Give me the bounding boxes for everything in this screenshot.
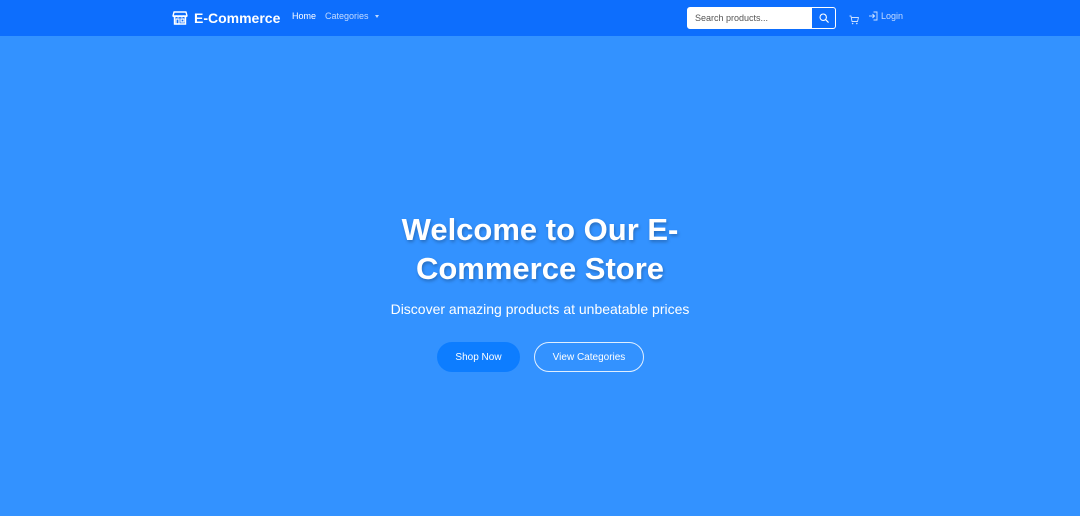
navbar: E-Commerce Home Categories Login xyxy=(0,0,1080,36)
login-link[interactable]: Login xyxy=(868,11,903,21)
nav-home-link[interactable]: Home xyxy=(292,11,316,21)
cart-link[interactable] xyxy=(849,12,859,30)
view-categories-button[interactable]: View Categories xyxy=(534,342,644,372)
brand-name: E-Commerce xyxy=(194,10,281,26)
search-button[interactable] xyxy=(812,7,836,29)
cart-icon xyxy=(849,15,859,25)
storefront-icon xyxy=(172,10,188,26)
login-label: Login xyxy=(881,11,904,21)
nav-categories-dropdown[interactable]: Categories xyxy=(325,11,379,21)
hero-section: Welcome to Our E-Commerce Store Discover… xyxy=(0,36,1080,516)
nav-categories-label: Categories xyxy=(325,11,369,21)
search-icon xyxy=(818,13,829,23)
hero-title: Welcome to Our E-Commerce Store xyxy=(401,212,679,286)
login-icon xyxy=(869,11,878,21)
brand-link[interactable]: E-Commerce xyxy=(172,9,280,27)
search-input[interactable] xyxy=(687,7,812,29)
search-form xyxy=(687,7,836,29)
hero-subtitle: Discover amazing products at unbeatable … xyxy=(390,301,690,317)
shop-now-button[interactable]: Shop Now xyxy=(437,342,520,372)
caret-down-icon xyxy=(374,14,379,18)
nav-home-label: Home xyxy=(292,11,317,21)
